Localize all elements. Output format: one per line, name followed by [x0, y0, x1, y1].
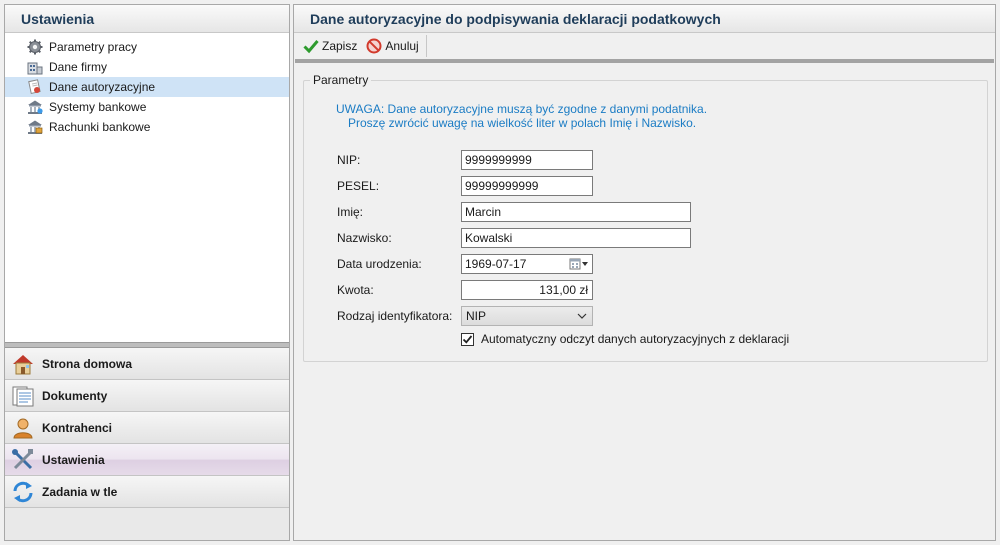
calendar-icon[interactable] [569, 258, 589, 270]
birth-date-picker[interactable]: 1969-07-17 [461, 254, 593, 274]
first-name-field[interactable] [461, 202, 691, 222]
authorization-panel: Dane autoryzacyjne do podpisywania dekla… [293, 4, 996, 541]
nav-item-dokumenty[interactable]: Dokumenty [5, 380, 289, 412]
amount-field[interactable] [461, 280, 593, 300]
last-name-field[interactable] [461, 228, 691, 248]
nip-label: NIP: [337, 153, 361, 167]
cancel-icon [366, 38, 385, 54]
nav-item-zadania-w-tle[interactable]: Zadania w tle [5, 476, 289, 508]
refresh-icon [9, 478, 37, 506]
cancel-label: Anuluj [385, 39, 419, 53]
parameters-group: Parametry UWAGA: Dane autoryzacyjne musz… [303, 73, 988, 362]
tree-item-dane-firmy[interactable]: Dane firmy [5, 57, 289, 77]
id-type-label: Rodzaj identyfikatora: [337, 309, 453, 323]
tree-item-label: Systemy bankowe [49, 100, 147, 114]
amount-label: Kwota: [337, 283, 374, 297]
warning-text-line1: UWAGA: Dane autoryzacyjne muszą być zgod… [336, 102, 708, 116]
pesel-label: PESEL: [337, 179, 380, 193]
home-icon [9, 350, 37, 378]
birth-date-value: 1969-07-17 [465, 257, 527, 271]
tree-item-label: Parametry pracy [49, 40, 138, 54]
auto-read-label: Automatyczny odczyt danych autoryzacyjny… [481, 332, 790, 346]
gear-icon [26, 39, 44, 55]
bank-systems-icon [26, 99, 44, 115]
page-title: Dane autoryzacyjne do podpisywania dekla… [294, 5, 995, 33]
parameters-group-title: Parametry [310, 73, 372, 87]
tree-item-label: Dane autoryzacyjne [49, 80, 156, 94]
documents-icon [9, 382, 37, 410]
save-button[interactable]: Zapisz [300, 35, 360, 57]
toolbar-separator [425, 35, 427, 57]
nav-item-ustawienia[interactable]: Ustawienia [5, 444, 289, 476]
toolbar-divider [295, 59, 994, 63]
settings-panel-title: Ustawienia [5, 5, 289, 33]
id-type-select[interactable]: NIP [461, 306, 593, 326]
tree-item-systemy-bankowe[interactable]: Systemy bankowe [5, 97, 289, 117]
contractor-icon [9, 414, 37, 442]
settings-tree: Parametry pracy Dane firmy Dane autoryza… [5, 33, 289, 137]
nav-item-label: Zadania w tle [42, 484, 118, 499]
tree-item-rachunki-bankowe[interactable]: Rachunki bankowe [5, 117, 289, 137]
last-name-label: Nazwisko: [337, 231, 392, 245]
tree-item-label: Dane firmy [49, 60, 108, 74]
pesel-field[interactable] [461, 176, 593, 196]
checkmark-icon [303, 38, 322, 54]
warning-text-line2: Proszę zwrócić uwagę na wielkość liter w… [348, 116, 697, 130]
auto-read-row: Automatyczny odczyt danych autoryzacyjny… [461, 332, 789, 346]
settings-panel: Ustawienia Parametry pracy Dane firmy Da… [4, 4, 290, 541]
tools-icon [9, 446, 37, 474]
bank-accounts-icon [26, 119, 44, 135]
chevron-down-icon [577, 313, 587, 319]
authorization-icon [26, 79, 44, 95]
nav-item-label: Kontrahenci [42, 420, 113, 435]
save-label: Zapisz [322, 39, 358, 53]
birth-date-label: Data urodzenia: [337, 257, 422, 271]
id-type-value: NIP [466, 309, 487, 323]
tree-item-parametry-pracy[interactable]: Parametry pracy [5, 37, 289, 57]
nav-item-label: Ustawienia [42, 452, 105, 467]
cancel-button[interactable]: Anuluj [363, 35, 421, 57]
auto-read-checkbox[interactable] [461, 332, 474, 346]
tree-item-label: Rachunki bankowe [49, 120, 151, 134]
nip-field[interactable] [461, 150, 593, 170]
navigation-pane: Strona domowa Dokumenty Kontrahenci Usta… [5, 348, 289, 540]
first-name-label: Imię: [337, 205, 364, 219]
nav-item-label: Strona domowa [42, 356, 133, 371]
tree-item-dane-autoryzacyjne[interactable]: Dane autoryzacyjne [5, 77, 289, 97]
company-icon [26, 59, 44, 75]
toolbar: Zapisz Anuluj [294, 33, 995, 59]
nav-item-kontrahenci[interactable]: Kontrahenci [5, 412, 289, 444]
nav-item-strona-domowa[interactable]: Strona domowa [5, 348, 289, 380]
nav-item-label: Dokumenty [42, 388, 108, 403]
